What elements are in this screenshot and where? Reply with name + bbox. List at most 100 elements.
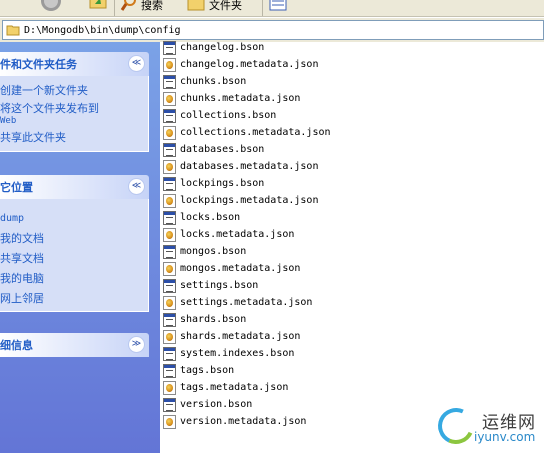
file-item[interactable]: shards.metadata.json bbox=[163, 328, 300, 345]
place-my-documents[interactable]: 我的文档 bbox=[0, 229, 148, 249]
place-my-computer[interactable]: 我的电脑 bbox=[0, 269, 148, 289]
json-file-icon bbox=[163, 414, 176, 429]
file-item[interactable]: chunks.metadata.json bbox=[163, 90, 300, 107]
file-name: databases.bson bbox=[180, 144, 265, 155]
file-name: collections.metadata.json bbox=[180, 127, 331, 138]
address-input[interactable]: D:\Mongodb\bin\dump\config bbox=[2, 20, 544, 40]
bson-file-icon bbox=[163, 108, 176, 123]
file-item[interactable]: databases.bson bbox=[163, 141, 264, 158]
views-button[interactable] bbox=[268, 0, 288, 14]
file-tasks-title: 件和文件夹任务 bbox=[0, 58, 77, 71]
bson-file-icon bbox=[163, 142, 176, 157]
file-item[interactable]: locks.metadata.json bbox=[163, 226, 294, 243]
file-name: chunks.bson bbox=[180, 76, 247, 87]
bson-file-icon bbox=[163, 244, 176, 259]
toolbar-separator bbox=[262, 0, 263, 16]
folder-icon bbox=[6, 25, 20, 36]
task-share-folder[interactable]: 共享此文件夹 bbox=[0, 131, 148, 144]
bson-file-icon bbox=[163, 346, 176, 361]
file-name: lockpings.bson bbox=[180, 178, 265, 189]
details-title: 细信息 bbox=[0, 339, 33, 352]
file-item[interactable]: shards.bson bbox=[163, 311, 246, 328]
bson-file-icon bbox=[163, 363, 176, 378]
other-places-header[interactable]: 它位置 ≪ bbox=[0, 175, 149, 199]
bson-file-icon bbox=[163, 397, 176, 412]
task-new-folder[interactable]: 创建一个新文件夹 bbox=[0, 84, 148, 97]
file-tasks-header[interactable]: 件和文件夹任务 ≪ bbox=[0, 52, 149, 76]
file-name: mongos.metadata.json bbox=[180, 263, 301, 274]
file-item[interactable]: tags.metadata.json bbox=[163, 379, 288, 396]
task-publish-folder[interactable]: 将这个文件夹发布到 bbox=[0, 102, 148, 115]
bson-file-icon bbox=[163, 278, 176, 293]
views-icon bbox=[269, 0, 287, 11]
place-dump[interactable]: dump bbox=[0, 209, 148, 229]
json-file-icon bbox=[163, 329, 176, 344]
file-name: version.metadata.json bbox=[180, 416, 307, 427]
file-name: mongos.bson bbox=[180, 246, 247, 257]
file-item[interactable]: mongos.metadata.json bbox=[163, 260, 300, 277]
file-name: settings.bson bbox=[180, 280, 259, 291]
json-file-icon bbox=[163, 57, 176, 72]
file-name: tags.metadata.json bbox=[180, 382, 289, 393]
json-file-icon bbox=[163, 193, 176, 208]
file-name: shards.metadata.json bbox=[180, 331, 301, 342]
expand-icon[interactable]: ≫ bbox=[128, 336, 145, 353]
bson-file-icon bbox=[163, 40, 176, 55]
file-item[interactable]: changelog.metadata.json bbox=[163, 56, 318, 73]
other-places-body: dump 我的文档 共享文档 我的电脑 网上邻居 bbox=[0, 199, 149, 312]
bson-file-icon bbox=[163, 312, 176, 327]
file-item[interactable]: collections.metadata.json bbox=[163, 124, 331, 141]
logo-swirl-icon bbox=[432, 402, 480, 450]
up-folder-button[interactable] bbox=[88, 0, 108, 14]
collapse-icon[interactable]: ≪ bbox=[128, 178, 145, 195]
task-pane: 件和文件夹任务 ≪ 创建一个新文件夹 将这个文件夹发布到 Web 共享此文件夹 … bbox=[0, 42, 160, 453]
file-item[interactable]: settings.metadata.json bbox=[163, 294, 312, 311]
json-file-icon bbox=[163, 91, 176, 106]
json-file-icon bbox=[163, 295, 176, 310]
file-name: tags.bson bbox=[180, 365, 235, 376]
folders-button[interactable]: 文件夹 bbox=[186, 0, 242, 14]
file-name: collections.bson bbox=[180, 110, 277, 121]
file-item[interactable]: lockpings.bson bbox=[163, 175, 264, 192]
details-header[interactable]: 细信息 ≫ bbox=[0, 333, 149, 357]
address-path: D:\Mongodb\bin\dump\config bbox=[24, 24, 181, 36]
place-shared-documents[interactable]: 共享文档 bbox=[0, 249, 148, 269]
toolbar-separator bbox=[114, 0, 115, 16]
file-item[interactable]: version.bson bbox=[163, 396, 252, 413]
json-file-icon bbox=[163, 261, 176, 276]
up-folder-icon bbox=[89, 0, 107, 9]
file-item[interactable]: changelog.bson bbox=[163, 39, 264, 56]
forward-arrow-icon bbox=[41, 0, 61, 11]
forward-button[interactable] bbox=[38, 0, 64, 14]
collapse-icon[interactable]: ≪ bbox=[128, 55, 145, 72]
search-button[interactable]: 搜索 bbox=[120, 0, 163, 14]
file-name: chunks.metadata.json bbox=[180, 93, 301, 104]
file-item[interactable]: lockpings.metadata.json bbox=[163, 192, 318, 209]
toolbar: 搜索 文件夹 bbox=[0, 0, 544, 17]
file-name: changelog.bson bbox=[180, 42, 265, 53]
place-network[interactable]: 网上邻居 bbox=[0, 289, 148, 309]
file-item[interactable]: locks.bson bbox=[163, 209, 240, 226]
file-tasks-body: 创建一个新文件夹 将这个文件夹发布到 Web 共享此文件夹 bbox=[0, 76, 149, 152]
file-name: shards.bson bbox=[180, 314, 247, 325]
file-item[interactable]: version.metadata.json bbox=[163, 413, 306, 430]
search-icon bbox=[120, 0, 136, 11]
file-name: settings.metadata.json bbox=[180, 297, 313, 308]
file-item[interactable]: mongos.bson bbox=[163, 243, 246, 260]
file-item[interactable]: databases.metadata.json bbox=[163, 158, 318, 175]
file-item[interactable]: chunks.bson bbox=[163, 73, 246, 90]
json-file-icon bbox=[163, 159, 176, 174]
file-name: locks.metadata.json bbox=[180, 229, 295, 240]
file-item[interactable]: settings.bson bbox=[163, 277, 258, 294]
file-item[interactable]: collections.bson bbox=[163, 107, 276, 124]
folders-icon bbox=[187, 0, 205, 11]
file-item[interactable]: tags.bson bbox=[163, 362, 234, 379]
bson-file-icon bbox=[163, 74, 176, 89]
bson-file-icon bbox=[163, 210, 176, 225]
other-places-title: 它位置 bbox=[0, 181, 33, 194]
task-publish-web[interactable]: Web bbox=[0, 115, 148, 128]
json-file-icon bbox=[163, 380, 176, 395]
file-item[interactable]: system.indexes.bson bbox=[163, 345, 294, 362]
file-list: changelog.bson changelog.metadata.json chu… bbox=[161, 39, 544, 453]
file-name: lockpings.metadata.json bbox=[180, 195, 319, 206]
